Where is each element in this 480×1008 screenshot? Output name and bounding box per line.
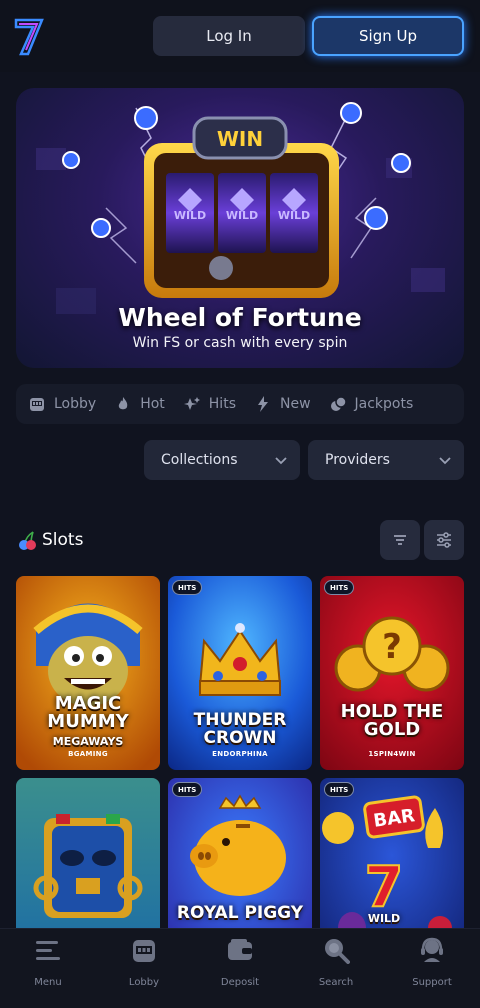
nav-search[interactable]: Search [288, 929, 384, 1008]
login-button[interactable]: Log In [153, 16, 305, 56]
tab-label: Hot [140, 396, 165, 412]
tab-new[interactable]: New [254, 384, 311, 424]
chevron-down-icon [439, 457, 451, 465]
tab-label: New [279, 396, 311, 412]
slot-machine-icon [28, 395, 46, 413]
section-heading: Slots [16, 524, 83, 556]
signup-button[interactable]: Sign Up [312, 16, 464, 56]
providers-dropdown[interactable]: Providers [308, 440, 464, 480]
tab-hot[interactable]: Hot [114, 384, 165, 424]
bottom-navigation: Menu Lobby Deposit Search Support [0, 928, 480, 1008]
game-title: MAGIC MUMMY [47, 693, 129, 732]
nav-label: Search [318, 977, 354, 988]
category-tabs: Lobby Hot Hits New Jackpots [16, 384, 464, 424]
nav-label: Support [412, 977, 452, 988]
menu-icon [33, 935, 63, 965]
brand-logo[interactable] [14, 16, 44, 56]
sort-icon [394, 535, 406, 545]
game-tile-magic-mummy[interactable]: MAGIC MUMMY MEGAWAYS BGAMING [16, 576, 160, 770]
tab-lobby[interactable]: Lobby [28, 384, 96, 424]
svg-text:WIN: WIN [217, 127, 263, 151]
nav-label: Lobby [128, 977, 160, 988]
headset-icon [417, 935, 447, 965]
tab-label: Jackpots [354, 396, 414, 412]
svg-text:WILD: WILD [278, 209, 310, 222]
banner-subtitle: Win FS or cash with every spin [132, 335, 348, 351]
nav-label: Menu [34, 977, 62, 988]
svg-text:WILD: WILD [174, 209, 206, 222]
hits-badge: HITS [324, 782, 355, 797]
section-title: Slots [42, 530, 84, 550]
collections-label: Collections [161, 452, 238, 468]
filter-button[interactable] [424, 520, 464, 560]
game-tile-thunder-crown[interactable]: HITS THUNDER CROWN ENDORPHINA [168, 576, 312, 770]
sparkle-icon [183, 395, 201, 413]
lightning-icon [254, 395, 272, 413]
nav-support[interactable]: Support [384, 929, 480, 1008]
nav-menu[interactable]: Menu [0, 929, 96, 1008]
hits-badge: HITS [172, 580, 203, 595]
providers-label: Providers [325, 452, 390, 468]
nav-label: Deposit [220, 977, 260, 988]
game-subtitle: MEGAWAYS [52, 735, 124, 748]
tab-label: Hits [208, 396, 236, 412]
game-title: THUNDER CROWN [193, 710, 287, 748]
search-icon [321, 935, 351, 965]
flame-icon [114, 395, 132, 413]
game-title: ROYAL PIGGY [176, 903, 304, 923]
nav-lobby[interactable]: Lobby [96, 929, 192, 1008]
wallet-icon [225, 935, 255, 965]
sort-button[interactable] [380, 520, 420, 560]
svg-text:WILD: WILD [226, 209, 258, 222]
hits-badge: HITS [172, 782, 203, 797]
tab-hits[interactable]: Hits [183, 384, 236, 424]
slot-machine-icon [129, 935, 159, 965]
cherries-icon [19, 531, 36, 550]
header: Log In Sign Up [0, 0, 480, 72]
tab-label: Lobby [54, 396, 97, 412]
game-title: HOLD THE GOLD [340, 701, 444, 740]
game-provider: ENDORPHINA [212, 750, 268, 758]
game-title: WILD [367, 912, 401, 925]
game-thumbnail: ? [320, 576, 464, 770]
collections-dropdown[interactable]: Collections [144, 440, 300, 480]
banner-title: Wheel of Fortune [118, 303, 362, 332]
promo-banner[interactable]: WIN WILD WILD WILD Wheel of Fortune Win … [16, 88, 464, 368]
game-provider: 1SPIN4WIN [368, 750, 416, 758]
chevron-down-icon [275, 457, 287, 465]
game-provider: BGAMING [68, 750, 108, 758]
tab-jackpots[interactable]: Jackpots [329, 384, 414, 424]
sliders-icon [437, 532, 451, 548]
hits-badge: HITS [324, 580, 355, 595]
nav-deposit[interactable]: Deposit [192, 929, 288, 1008]
game-tile-hold-the-gold[interactable]: ? HITS HOLD THE GOLD 1SPIN4WIN [320, 576, 464, 770]
coins-icon [329, 395, 347, 413]
svg-text:?: ? [382, 627, 402, 667]
